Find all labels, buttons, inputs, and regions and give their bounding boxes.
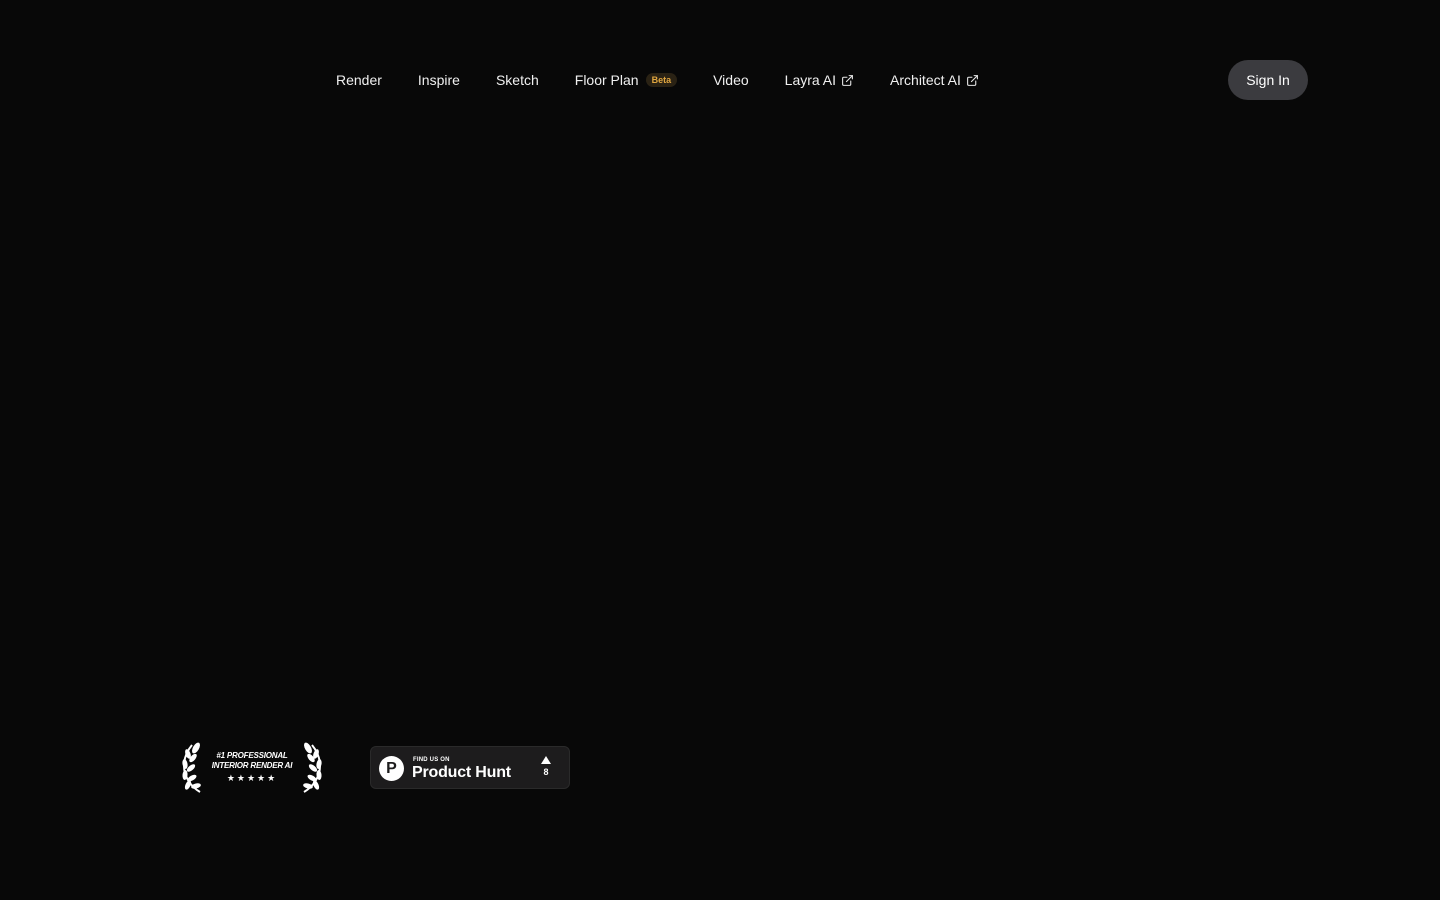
page: Render Inspire Sketch Floor Plan Beta Vi… [0,0,1440,900]
nav-link-floor-plan[interactable]: Floor Plan Beta [574,72,678,88]
nav-link-layra-ai[interactable]: Layra AI [785,72,854,88]
award-title: #1 PROFESSIONAL INTERIOR RENDER AI [204,751,300,771]
nav-link-label: Layra AI [784,72,837,88]
external-link-icon [966,74,978,86]
upvote-counter: 8 [539,756,553,777]
award-line-2: INTERIOR RENDER AI [211,761,293,770]
nav-link-video[interactable]: Video [713,72,749,88]
award-badge: #1 PROFESSIONAL INTERIOR RENDER AI ★★★★★ [180,742,324,794]
product-hunt-title: Product Hunt [412,764,511,781]
award-stars: ★★★★★ [226,773,278,783]
nav-link-render[interactable]: Render [336,72,382,88]
nav-link-inspire[interactable]: Inspire [418,72,460,88]
nav-links: Render Inspire Sketch Floor Plan Beta Vi… [336,60,979,100]
nav-link-label: Video [713,72,749,88]
product-hunt-logo-icon: P [379,756,404,781]
sign-in-button[interactable]: Sign In [1228,60,1308,100]
nav-link-label: Floor Plan [574,72,639,88]
award-line-1: #1 PROFESSIONAL [216,751,288,760]
upvote-arrow-icon [541,756,551,764]
nav-link-label: Sketch [495,72,539,88]
upvote-count: 8 [543,767,549,777]
product-hunt-caption: FIND US ON [413,757,450,763]
nav-link-label: Architect AI [890,72,961,88]
laurel-wreath-icon [182,742,201,793]
beta-badge: Beta [645,73,678,87]
product-hunt-logo-letter: P [386,760,397,777]
nav-link-label: Inspire [417,72,460,88]
top-nav: Render Inspire Sketch Floor Plan Beta Vi… [0,60,1440,100]
nav-link-architect-ai[interactable]: Architect AI [890,72,979,88]
laurel-wreath-icon [303,742,322,793]
external-link-icon [842,74,853,86]
nav-link-label: Render [336,72,382,88]
nav-link-sketch[interactable]: Sketch [496,72,539,88]
product-hunt-badge[interactable]: P FIND US ON Product Hunt 8 [370,746,570,789]
